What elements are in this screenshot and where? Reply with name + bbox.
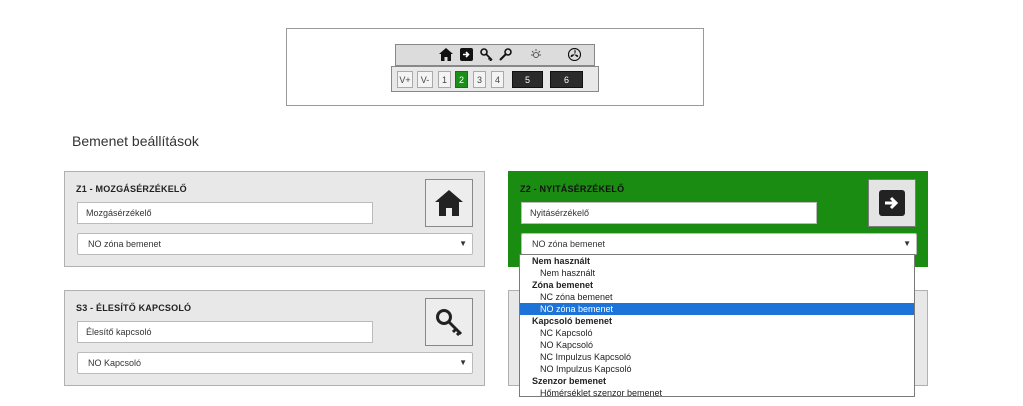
chevron-down-icon: ▼: [903, 239, 911, 248]
input-name-field[interactable]: Mozgásérzékelő: [77, 202, 373, 224]
light-icon: [528, 48, 544, 63]
panel-title: Z1 - MOZGÁSÉRZÉKELŐ: [76, 184, 187, 194]
chevron-down-icon: ▼: [459, 358, 467, 367]
key-icon: [478, 48, 494, 64]
keypad-button-row: V+ V- 1 2 3 4 5 6: [391, 66, 599, 92]
dropdown-group-label: Szenzor bemenet: [532, 376, 607, 386]
keypad-button-volume-down[interactable]: V-: [417, 71, 433, 88]
input-type-select[interactable]: NO Kapcsoló ▼: [77, 352, 473, 374]
panel-title: Z2 - NYITÁSÉRZÉKELŐ: [520, 184, 625, 194]
key-icon: [436, 309, 463, 336]
dropdown-option[interactable]: NC zóna bemenet: [520, 291, 914, 303]
input-name-field[interactable]: Élesítő kapcsoló: [77, 321, 373, 343]
home-icon: [438, 48, 454, 64]
wrench-icon: [497, 48, 513, 64]
chevron-down-icon: ▼: [459, 239, 467, 248]
input-panel-s3: S3 - ÉLESÍTŐ KAPCSOLÓ Élesítő kapcsoló N…: [64, 290, 485, 386]
enter-icon: [879, 190, 905, 216]
input-type-select[interactable]: NO zóna bemenet ▼: [77, 233, 473, 255]
keypad-button-3[interactable]: 3: [473, 71, 486, 88]
input-icon-button[interactable]: [868, 179, 916, 227]
input-type-select[interactable]: NO zóna bemenet ▼: [521, 233, 917, 255]
input-panel-z1: Z1 - MOZGÁSÉRZÉKELŐ Mozgásérzékelő NO zó…: [64, 171, 485, 267]
keypad-button-2[interactable]: 2: [455, 71, 468, 88]
keypad-preview: V+ V- 1 2 3 4 5 6: [286, 28, 704, 106]
dropdown-group-label: Nem használt: [532, 256, 591, 266]
dropdown-option[interactable]: Hőmérséklet szenzor bemenet: [520, 387, 914, 399]
keypad-button-1[interactable]: 1: [438, 71, 451, 88]
keypad-device: V+ V- 1 2 3 4 5 6: [391, 44, 599, 92]
select-value: NO Kapcsoló: [88, 358, 142, 368]
keypad-button-5[interactable]: 5: [512, 71, 543, 88]
select-value: NO zóna bemenet: [88, 239, 162, 249]
dropdown-option[interactable]: NC Kapcsoló: [520, 327, 914, 339]
input-panel-z2: Z2 - NYITÁSÉRZÉKELŐ Nyitásérzékelő NO zó…: [508, 171, 928, 267]
fan-icon: [566, 47, 582, 64]
keypad-button-4[interactable]: 4: [491, 71, 504, 88]
input-icon-button[interactable]: [425, 298, 473, 346]
dropdown-option[interactable]: NO Kapcsoló: [520, 339, 914, 351]
select-value: NO zóna bemenet: [532, 239, 606, 249]
dropdown-group-label: Zóna bemenet: [532, 280, 594, 290]
dropdown-option-selected[interactable]: NO zóna bemenet: [520, 303, 914, 315]
dropdown-option[interactable]: NO Impulzus Kapcsoló: [520, 363, 914, 375]
keypad-icon-row: [395, 44, 595, 66]
section-title: Bemenet beállítások: [72, 133, 199, 149]
input-name-field[interactable]: Nyitásérzékelő: [521, 202, 817, 224]
keypad-button-volume-up[interactable]: V+: [397, 71, 413, 88]
keypad-button-6[interactable]: 6: [550, 71, 583, 88]
input-icon-button[interactable]: [425, 179, 473, 227]
enter-icon: [458, 48, 474, 64]
dropdown-option[interactable]: NC Impulzus Kapcsoló: [520, 351, 914, 363]
panel-title: S3 - ÉLESÍTŐ KAPCSOLÓ: [76, 303, 192, 313]
input-type-dropdown: Nem használt Nem használt Zóna bemenet N…: [519, 254, 915, 399]
home-icon: [435, 190, 463, 216]
dropdown-group-label: Kapcsoló bemenet: [532, 316, 613, 326]
dropdown-option[interactable]: Nem használt: [520, 267, 914, 279]
